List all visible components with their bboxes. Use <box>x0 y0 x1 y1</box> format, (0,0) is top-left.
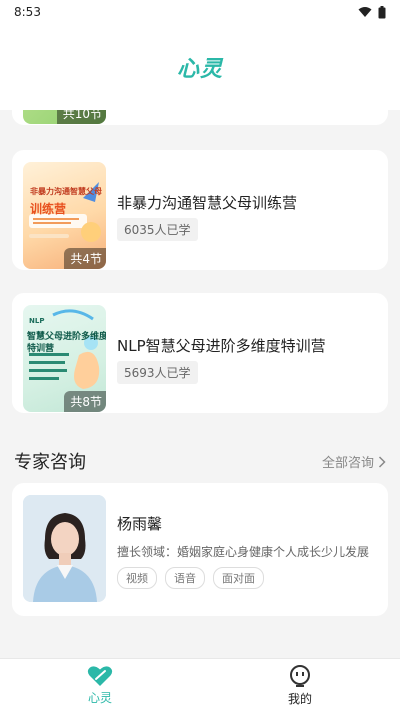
view-all-consultations-link[interactable]: 全部咨询 <box>322 452 386 471</box>
app-header: 心灵 <box>0 24 400 110</box>
course-cover: NLP 智慧父母进阶多维度 特训营 共8节 <box>23 305 106 412</box>
content-scroll[interactable]: 共10节 非暴力沟通智慧父母 训练营 共4节 非暴力沟通智慧父母训练营 6035… <box>0 110 400 658</box>
tag-voice: 语音 <box>165 567 205 589</box>
expert-portrait <box>23 495 106 602</box>
wifi-icon <box>358 7 372 17</box>
expert-card[interactable]: 杨雨馨 擅长领域：婚姻家庭心身健康个人成长少儿发展 视频 语音 面对面 <box>12 483 388 616</box>
cover-small-text: NLP <box>29 317 45 325</box>
course-cover: 非暴力沟通智慧父母 训练营 共4节 <box>23 162 106 269</box>
course-title: 非暴力沟通智慧父母训练营 <box>117 194 298 212</box>
tab-label: 心灵 <box>87 691 112 705</box>
chevron-right-icon <box>378 455 386 468</box>
learner-count: 5693人已学 <box>117 361 198 384</box>
status-icons <box>358 5 386 19</box>
expert-name: 杨雨馨 <box>117 515 163 533</box>
cover-subtitle: 训练营 <box>30 202 67 216</box>
view-all-label: 全部咨询 <box>321 456 374 471</box>
expert-avatar <box>23 495 106 602</box>
bottom-tab-bar: 心灵 我的 <box>0 658 400 712</box>
app-title: 心灵 <box>176 57 223 82</box>
consultation-tags: 视频 语音 面对面 <box>117 567 264 589</box>
status-time: 8:53 <box>14 5 41 19</box>
profile-face-icon <box>290 665 310 687</box>
course-card[interactable]: 非暴力沟通智慧父母 训练营 共4节 非暴力沟通智慧父母训练营 6035人已学 <box>12 150 388 270</box>
course-cover: 共10节 <box>23 110 106 124</box>
tab-label: 我的 <box>287 692 312 706</box>
section-title-experts: 专家咨询 <box>14 452 86 473</box>
cover-title: 非暴力沟通智慧父母 <box>30 187 102 196</box>
cover-subtitle: 特训营 <box>27 344 55 354</box>
expert-specialty: 擅长领域：婚姻家庭心身健康个人成长少儿发展 <box>117 545 370 559</box>
tag-video: 视频 <box>117 567 157 589</box>
status-bar: 8:53 <box>0 0 400 24</box>
tab-heart[interactable]: 心灵 <box>0 659 200 712</box>
course-card[interactable]: NLP 智慧父母进阶多维度 特训营 共8节 NLP智慧父母进阶多维度特训营 56… <box>12 293 388 413</box>
lesson-count-badge: 共10节 <box>56 110 106 124</box>
course-title: NLP智慧父母进阶多维度特训营 <box>117 337 326 355</box>
battery-icon <box>378 5 386 18</box>
tag-in-person: 面对面 <box>213 567 264 589</box>
lesson-count-badge: 共4节 <box>64 248 106 269</box>
course-card[interactable]: 共10节 <box>12 110 388 125</box>
lesson-count-badge: 共8节 <box>64 391 106 412</box>
learner-count: 6035人已学 <box>117 218 198 241</box>
heart-icon <box>87 666 113 686</box>
tab-mine[interactable]: 我的 <box>200 659 400 712</box>
